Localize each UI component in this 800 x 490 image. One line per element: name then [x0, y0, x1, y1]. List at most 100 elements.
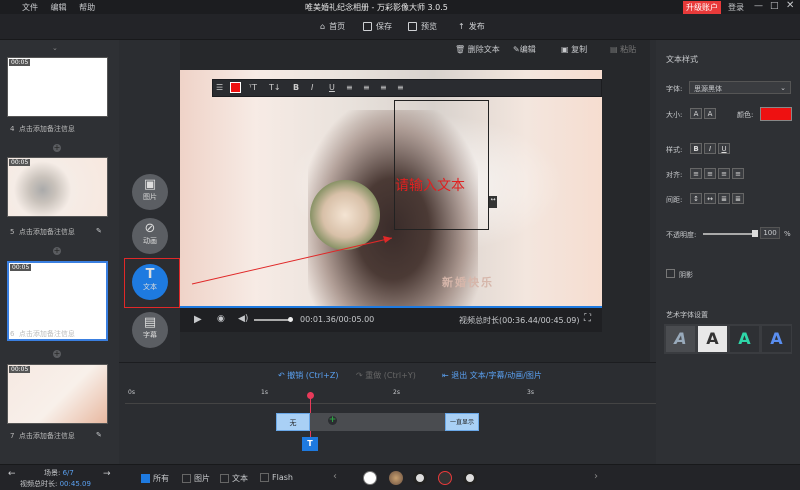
- clip-start[interactable]: 无: [276, 413, 310, 431]
- volume-slider[interactable]: [254, 319, 290, 321]
- art-font-style-4[interactable]: A: [762, 326, 791, 352]
- align-center-icon[interactable]: ≡: [363, 83, 370, 92]
- subtitle-tool-button[interactable]: ▤ 字幕: [132, 312, 168, 348]
- login-button[interactable]: 登录: [728, 2, 744, 13]
- element-thumb-3[interactable]: [413, 471, 427, 485]
- spacing-reset-icon[interactable]: ≣: [718, 193, 730, 204]
- exit-edit-button[interactable]: ⇤ 退出 文本/字幕/动画/图片: [442, 370, 542, 381]
- add-slide-icon[interactable]: +: [53, 144, 61, 152]
- slide-thumbnail-4[interactable]: 00:05: [7, 57, 108, 117]
- bold-icon[interactable]: B: [293, 83, 299, 92]
- close-icon[interactable]: ✕: [786, 0, 794, 11]
- paste-button[interactable]: ▤ 粘贴: [610, 44, 636, 55]
- maximize-icon[interactable]: □: [770, 1, 779, 11]
- menu-edit[interactable]: 编辑: [51, 3, 67, 12]
- increase-size-icon[interactable]: ᵀT: [249, 83, 257, 92]
- italic-icon[interactable]: I: [311, 83, 313, 92]
- volume-icon[interactable]: ◀): [238, 314, 248, 324]
- publish-button[interactable]: ↑ 发布: [458, 21, 485, 32]
- next-scene-icon[interactable]: →: [103, 469, 111, 479]
- camera-icon[interactable]: ◉: [217, 314, 225, 324]
- panel-align-center-icon[interactable]: ≡: [704, 168, 716, 179]
- strip-next-icon[interactable]: ›: [594, 471, 598, 482]
- slide-thumbnail-7[interactable]: 00:05: [7, 364, 108, 424]
- art-font-style-2[interactable]: A: [698, 326, 727, 352]
- edit-button[interactable]: ✎编辑: [513, 44, 536, 55]
- font-size-up-icon[interactable]: A: [690, 108, 702, 119]
- menu-file[interactable]: 文件: [22, 3, 38, 12]
- title-bar: 文件 编辑 帮助 唯美婚礼纪念相册 - 万彩影像大师 3.0.5 升级账户 登录…: [0, 0, 800, 14]
- panel-justify-icon[interactable]: ≡: [732, 168, 744, 179]
- playhead-knob[interactable]: [307, 392, 314, 399]
- home-button[interactable]: ⌂ 首页: [320, 21, 345, 32]
- text-tool-button[interactable]: T 文本: [132, 264, 168, 300]
- shadow-checkbox[interactable]: [666, 269, 675, 278]
- strip-prev-icon[interactable]: ‹: [333, 471, 337, 482]
- edit-note-icon[interactable]: ✎: [96, 227, 102, 235]
- panel-bold-icon[interactable]: B: [690, 143, 702, 154]
- volume-knob[interactable]: [288, 317, 293, 322]
- copy-button[interactable]: ▣ 复制: [561, 44, 587, 55]
- scroll-up-icon[interactable]: ⌄: [52, 44, 58, 52]
- filter-text[interactable]: 文本: [220, 473, 248, 484]
- font-select[interactable]: 思源黑体 ⌄: [689, 81, 791, 94]
- fullscreen-icon[interactable]: ⛶: [584, 313, 591, 324]
- align-right-icon[interactable]: ≡: [380, 83, 387, 92]
- align-left-icon[interactable]: ≡: [346, 83, 353, 92]
- decrease-size-icon[interactable]: T↓: [269, 83, 281, 92]
- minimize-icon[interactable]: —: [754, 1, 763, 11]
- delete-text-button[interactable]: 🗑 删除文本: [455, 44, 500, 55]
- save-button[interactable]: 保存: [363, 21, 392, 32]
- add-slide-icon[interactable]: +: [53, 247, 61, 255]
- element-thumb-4[interactable]: [438, 471, 452, 485]
- slide-note-5[interactable]: 5 点击添加备注信息: [10, 227, 75, 237]
- edit-note-icon[interactable]: ✎: [96, 431, 102, 439]
- slide-note-7[interactable]: 7 点击添加备注信息: [10, 431, 75, 441]
- underline-icon[interactable]: U: [329, 83, 335, 92]
- text-box-selection[interactable]: [394, 100, 489, 230]
- prev-scene-icon[interactable]: ←: [8, 469, 16, 479]
- opacity-knob[interactable]: [752, 230, 758, 237]
- filter-image[interactable]: 图片: [182, 473, 210, 484]
- canvas-preview[interactable]: 新婚快乐: [180, 70, 602, 308]
- slide-note-6[interactable]: 6 点击添加备注信息: [10, 329, 75, 339]
- opacity-slider[interactable]: [703, 233, 755, 235]
- text-color-icon[interactable]: [230, 82, 241, 93]
- art-font-style-3[interactable]: A: [730, 326, 759, 352]
- panel-align-left-icon[interactable]: ≡: [690, 168, 702, 179]
- letter-spacing-icon[interactable]: ↔: [704, 193, 716, 204]
- text-track-icon[interactable]: T: [302, 437, 318, 451]
- element-thumb-5[interactable]: [463, 471, 477, 485]
- element-thumb-2[interactable]: [389, 471, 403, 485]
- panel-align-right-icon[interactable]: ≡: [718, 168, 730, 179]
- redo-button[interactable]: ↷ 重做 (Ctrl+Y): [356, 370, 416, 381]
- slide-thumbnail-5[interactable]: 00:05: [7, 157, 108, 217]
- panel-italic-icon[interactable]: I: [704, 143, 716, 154]
- animation-tool-button[interactable]: ⊘ 动画: [132, 218, 168, 254]
- text-track[interactable]: [305, 413, 445, 431]
- slide-note-4[interactable]: 4 点击添加备注信息: [10, 124, 75, 134]
- panel-underline-icon[interactable]: U: [718, 143, 730, 154]
- play-icon[interactable]: ▶: [194, 314, 202, 325]
- color-swatch[interactable]: [760, 107, 792, 121]
- spacing-more-icon[interactable]: ≣: [732, 193, 744, 204]
- undo-button[interactable]: ↶ 撤销 (Ctrl+Z): [278, 370, 338, 381]
- image-tool-button[interactable]: ▣ 图片: [132, 174, 168, 210]
- filter-all[interactable]: 所有: [141, 473, 169, 484]
- font-size-down-icon[interactable]: A: [704, 108, 716, 119]
- resize-handle[interactable]: ↔: [489, 196, 497, 208]
- upgrade-button[interactable]: 升级账户: [683, 1, 721, 14]
- canvas-text[interactable]: 请输入文本: [395, 176, 487, 196]
- line-spacing-icon[interactable]: ↕: [690, 193, 702, 204]
- element-thumb-1[interactable]: [363, 471, 377, 485]
- list-icon[interactable]: ☰: [216, 83, 223, 92]
- menu-help[interactable]: 帮助: [79, 3, 95, 12]
- filter-flash[interactable]: Flash: [260, 473, 293, 482]
- art-font-style-1[interactable]: A: [666, 326, 695, 352]
- add-keyframe-icon[interactable]: +: [328, 416, 337, 425]
- add-slide-icon[interactable]: +: [53, 350, 61, 358]
- opacity-input[interactable]: 100: [760, 227, 780, 239]
- justify-icon[interactable]: ≡: [397, 83, 404, 92]
- clip-end[interactable]: 一直显示: [445, 413, 479, 431]
- preview-button[interactable]: 预览: [408, 21, 437, 32]
